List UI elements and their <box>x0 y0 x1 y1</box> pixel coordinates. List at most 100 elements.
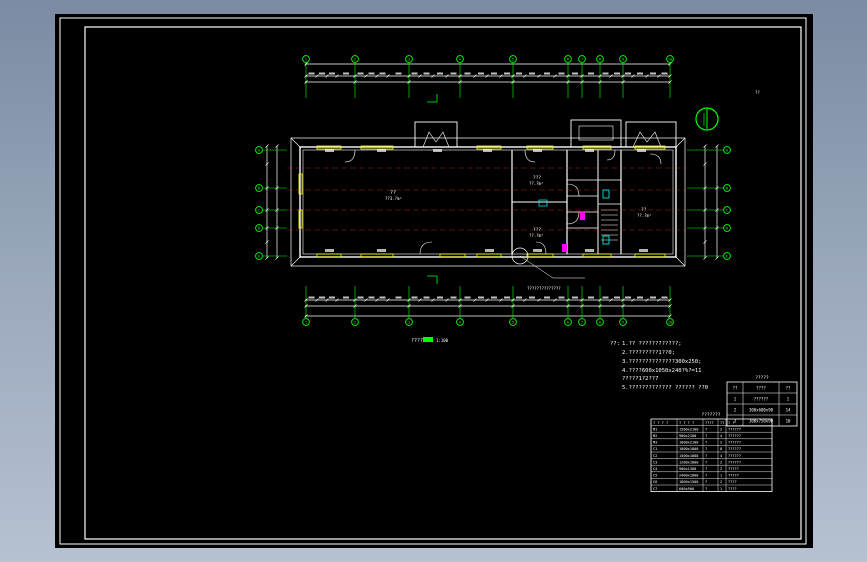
room-area-d: ??.?m² <box>637 213 651 218</box>
dimension-value <box>319 296 325 299</box>
table-right-header: ???? <box>756 386 766 391</box>
axis-label: C <box>258 209 260 213</box>
dimension-value <box>588 296 594 299</box>
axis-label: 10 <box>668 58 672 62</box>
notes-heading: ??: <box>610 341 620 347</box>
dimension-value <box>308 72 315 75</box>
table-right-header: ?? <box>786 386 791 391</box>
opening-tag <box>483 149 492 152</box>
opening-tag <box>433 149 442 152</box>
axis-label: 8 <box>599 58 601 62</box>
table-main-cell: 1500x1800 <box>679 454 698 458</box>
dimension-value <box>602 72 609 75</box>
table-main-cell: ? <box>705 454 707 458</box>
opening-tag <box>585 249 594 252</box>
dimension-value <box>464 296 471 299</box>
dimension-value <box>504 72 510 75</box>
dimension-value <box>572 72 578 75</box>
axis-label: E <box>258 255 260 259</box>
table-main-header: ?? <box>720 421 724 425</box>
dimension-value <box>329 72 335 75</box>
axis-label: B <box>726 187 728 191</box>
dimension-value <box>504 296 510 299</box>
plan-scale: 1:100 <box>436 338 449 343</box>
dimension-value <box>588 72 594 75</box>
table-main-cell: 1 <box>720 474 722 478</box>
fixture-magenta <box>580 212 585 220</box>
windows-and-fixtures <box>298 145 666 258</box>
drawing-canvas: 1122334455667788991010A AB BC CD DE E ?? ??3.… <box>59 17 807 545</box>
dimension-value <box>450 296 457 299</box>
table-main-cell: 1500x2100 <box>679 427 698 431</box>
note-line: 4.????600x1050x240?%?=11 <box>622 368 701 374</box>
axis-label: 4 <box>459 321 461 325</box>
table-main-cell: 2 <box>720 480 722 484</box>
dimension-value <box>379 72 386 75</box>
dimension-value <box>395 296 402 299</box>
axis-label: A <box>258 149 261 153</box>
opening-tag <box>377 149 386 152</box>
dimension-value <box>650 72 656 75</box>
table-main-header: ? ? ? ? <box>679 421 694 425</box>
dimension-value <box>368 296 375 299</box>
table-main-cell: C3 <box>653 460 657 464</box>
dimension-value <box>450 72 457 75</box>
fixture-magenta <box>562 244 567 252</box>
dimension-value <box>637 72 643 75</box>
opening-tag <box>637 149 646 152</box>
room-area-c: ??.?m² <box>529 233 543 238</box>
opening-tag <box>639 249 648 252</box>
table-main-cell: ? <box>705 487 707 491</box>
table-main-cell: ? <box>705 427 707 431</box>
dimension-value <box>357 72 364 75</box>
axis-label: 2 <box>354 58 356 62</box>
dimension-value <box>368 72 375 75</box>
table-main-header: ? ? ? ? <box>653 421 668 425</box>
dimension-value <box>614 72 620 75</box>
table-main-cell: ???? <box>728 480 737 484</box>
dimension-value <box>423 296 430 299</box>
table-main-cell: 1 <box>720 487 722 491</box>
axis-label: 4 <box>459 58 461 62</box>
table-main-cell: 1200x1800 <box>679 460 698 464</box>
table-main-cell: 2 <box>720 441 722 445</box>
table-main-cell: ?????? <box>728 447 741 451</box>
opening-tag <box>325 249 334 252</box>
axis-label: C <box>726 209 728 213</box>
axis-label: 8 <box>599 321 601 325</box>
dimension-value <box>379 296 386 299</box>
table-main-cell: ? <box>705 480 707 484</box>
dimension-value <box>491 296 497 299</box>
opening-tag <box>485 249 494 252</box>
plan-title: ???? <box>411 338 423 344</box>
room-area-main: ??3.?m² <box>385 196 402 201</box>
axis-label: 3 <box>408 58 410 62</box>
fixture-cyan <box>538 199 548 207</box>
table-main-cell: ?????? <box>728 441 741 445</box>
axis-label: E <box>726 255 728 259</box>
table-main-cell: 2 <box>720 460 722 464</box>
dimension-value <box>308 296 315 299</box>
floor-plan <box>266 63 719 342</box>
table-main-cell: 1800x1500 <box>679 480 698 484</box>
table-main-cell: C2 <box>653 454 657 458</box>
table-main-header: ???? <box>705 421 714 425</box>
axis-label: 1 <box>305 58 307 62</box>
table-main-cell: M2 <box>653 434 657 438</box>
dimension-value <box>343 72 349 75</box>
table-main-frame <box>650 418 773 492</box>
table-main-cell: C4 <box>653 467 657 471</box>
axis-label: D <box>258 227 260 231</box>
table-right-title: ????? <box>755 375 769 381</box>
dimension-value <box>411 296 418 299</box>
table-main-cell: 2400x1800 <box>679 474 698 478</box>
cad-viewport[interactable]: 1 1 2 2 3 3 4 4 5 5 6 6 7 7 8 8 9 9 10 10 A A B B C C D D E E ?? ??3.… <box>55 14 813 548</box>
axis-label: 6 <box>567 321 569 325</box>
table-right-cell: 10 <box>786 419 791 424</box>
dimension-value <box>650 296 656 299</box>
dimension-value <box>558 296 565 299</box>
dimension-value <box>478 72 484 75</box>
dimension-value <box>319 72 325 75</box>
table-main-cell: ???? <box>728 487 737 491</box>
table-main-cell: C6 <box>653 480 657 484</box>
